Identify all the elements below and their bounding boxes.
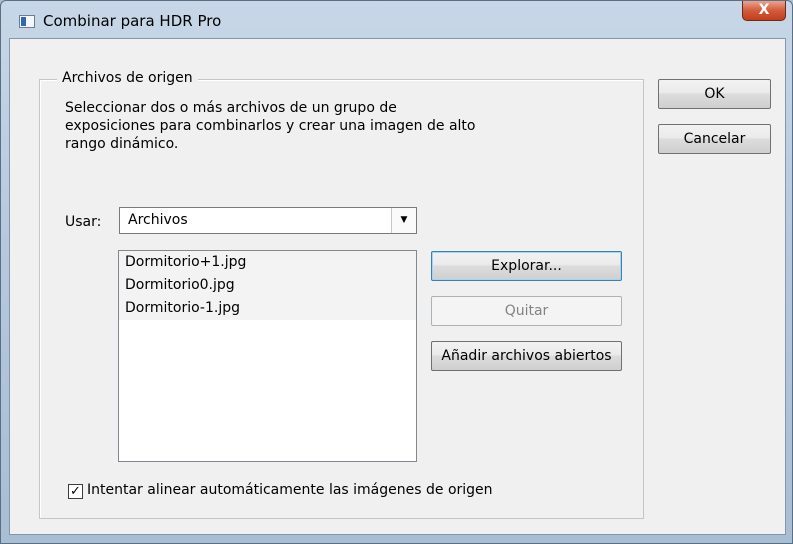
cancel-button[interactable]: Cancelar [658,124,771,154]
app-icon [19,15,35,28]
description-line: exposiciones para combinarlos y crear un… [65,118,476,134]
list-item[interactable]: Dormitorio0.jpg [119,274,416,297]
close-icon: X [758,2,770,18]
list-item[interactable]: Dormitorio-1.jpg [119,297,416,320]
add-open-files-button[interactable]: Añadir archivos abiertos [431,341,622,371]
description-line: Seleccionar dos o más archivos de un gru… [65,100,397,116]
browse-button[interactable]: Explorar... [431,251,622,281]
title-bar[interactable]: Combinar para HDR Pro X [1,1,792,37]
description-text: Seleccionar dos o más archivos de un gru… [65,99,545,153]
dialog-client-area: Archivos de origen Seleccionar dos o más… [9,38,786,535]
description-line: rango dinámico. [65,136,179,152]
remove-button[interactable]: Quitar [431,296,622,326]
close-button[interactable]: X [742,1,786,21]
usar-select[interactable]: Archivos ▼ [119,207,417,234]
group-legend: Archivos de origen [57,70,198,86]
ok-button[interactable]: OK [658,79,771,109]
window-title: Combinar para HDR Pro [43,12,222,30]
chevron-down-icon[interactable]: ▼ [391,208,416,233]
usar-label: Usar: [65,214,102,230]
list-item[interactable]: Dormitorio+1.jpg [119,251,416,274]
usar-selected-value: Archivos [128,212,188,228]
file-list[interactable]: Dormitorio+1.jpg Dormitorio0.jpg Dormito… [118,250,417,462]
dialog-window: Combinar para HDR Pro X Archivos de orig… [0,0,793,544]
align-checkbox[interactable]: ✓ [68,484,83,499]
align-checkbox-label[interactable]: Intentar alinear automáticamente las imá… [87,482,493,498]
